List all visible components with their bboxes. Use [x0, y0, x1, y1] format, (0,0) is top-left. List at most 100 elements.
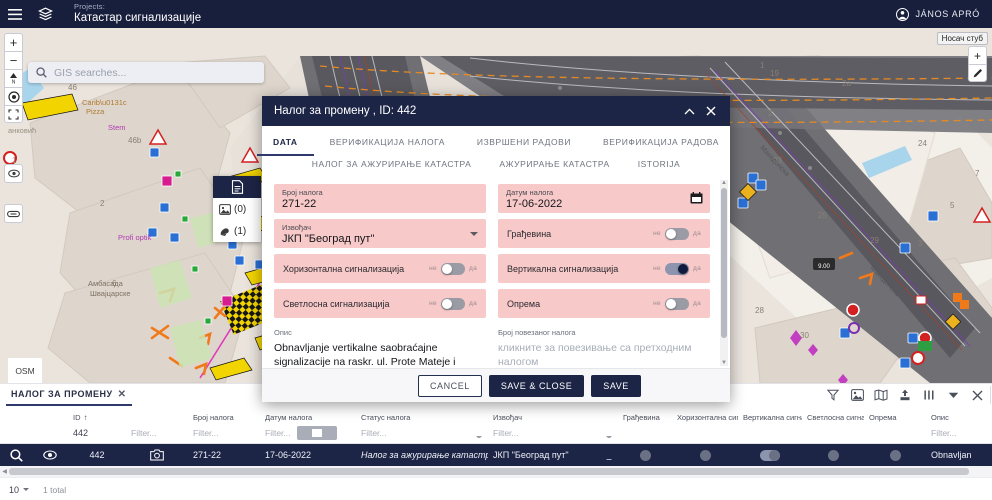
tab-izvrseni-radovi[interactable]: ИЗВРШЕНИ РАДОВИ — [461, 133, 587, 156]
svetlosna-switch[interactable] — [440, 297, 465, 310]
izvodjac-field[interactable]: Извођач ЈКП "Београд пут" — [274, 219, 486, 248]
scroll-up-arrow[interactable]: ▲ — [721, 180, 727, 186]
zoom-out-button[interactable]: − — [4, 51, 23, 69]
chevron-down-icon[interactable] — [942, 385, 964, 405]
oprema-toggle-field[interactable]: Опрема не да — [498, 289, 710, 318]
filter-izvodjac-input[interactable]: Filter... — [488, 428, 618, 438]
zoom-in-right-button[interactable]: + — [968, 46, 987, 64]
svetlosna-toggle-field[interactable]: Светлосна сигнализација не да — [274, 289, 486, 318]
row-view-eye-icon[interactable] — [32, 450, 68, 460]
layers-icon[interactable] — [30, 0, 60, 28]
filter-datum-naloga-input[interactable]: Filter... — [260, 425, 356, 440]
tab-verifikacija-naloga[interactable]: ВЕРИФИКАЦИЈА НАЛОГА — [314, 133, 461, 156]
save-and-close-button[interactable]: SAVE & CLOSE — [488, 374, 585, 397]
page-size-selector[interactable]: 10 — [9, 485, 30, 495]
row-horizontalna-toggle[interactable] — [672, 449, 738, 461]
attachment-icon — [220, 228, 229, 236]
dialog-close-icon[interactable] — [700, 99, 722, 123]
row-izvodjac[interactable]: ЈКП "Београд пут" — [488, 450, 618, 460]
feature-popup[interactable]: (0) (1) — [213, 176, 261, 242]
filter-id-input[interactable]: Filter... — [126, 428, 188, 438]
table-row[interactable]: 442 271-22 17-06-2022 Налог за ажурирање… — [0, 444, 992, 466]
horizontalna-switch[interactable] — [440, 262, 465, 275]
header-opis[interactable]: Опис — [926, 413, 992, 422]
tab-verifikacija-radova[interactable]: ВЕРИФИКАЦИЈА РАДОВА — [587, 133, 735, 156]
visibility-eye-icon[interactable] — [4, 164, 23, 183]
chevron-down-icon[interactable] — [470, 232, 478, 236]
export-icon[interactable] — [894, 385, 916, 405]
header-id[interactable]: ID ↑ — [68, 413, 126, 422]
filter-izvodjac-chevron-down-icon[interactable] — [606, 435, 612, 438]
bottom-tab-nalog-za-promenu[interactable]: НАЛОГ ЗА ПРОМЕНУ ✕ — [6, 384, 132, 406]
scrollbar-thumb[interactable] — [721, 188, 727, 338]
table-horizontal-scrollbar[interactable]: ◀ — [0, 466, 992, 477]
header-horizontalna[interactable]: Хоризонтална сигна — [672, 413, 738, 422]
image-icon[interactable] — [846, 385, 868, 405]
locate-target-icon[interactable] — [4, 87, 23, 105]
oprema-switch[interactable] — [664, 297, 689, 310]
header-svetlosna[interactable]: Светлосна сигнали — [802, 413, 864, 422]
broj-povezanog-naloga-field[interactable]: Број повезаног налога кликните за повези… — [498, 324, 710, 368]
measure-link-icon[interactable] — [4, 204, 23, 223]
columns-icon[interactable] — [918, 385, 940, 405]
date-filter-calendar-icon[interactable] — [296, 425, 337, 440]
scroll-down-arrow[interactable]: ▼ — [721, 360, 727, 366]
popup-images-row[interactable]: (0) — [213, 198, 261, 220]
hamburger-menu-icon[interactable] — [0, 0, 30, 28]
filter-opis-input[interactable]: Filter... — [926, 428, 992, 438]
tab-nalog-za-azuriranje-katastra[interactable]: НАЛОГ ЗА АЖУРИРАЊЕ КАТАСТРА — [298, 156, 486, 174]
tab-data[interactable]: DATA — [257, 133, 314, 156]
popup-attachments-row[interactable]: (1) — [213, 220, 261, 242]
zoom-in-button[interactable]: + — [4, 33, 23, 51]
svetlosna-label: Светлосна сигнализација — [283, 298, 390, 309]
cancel-button[interactable]: CANCEL — [418, 374, 482, 397]
header-oprema[interactable]: Опрема — [864, 413, 926, 422]
filter-icon[interactable] — [822, 385, 844, 405]
datum-naloga-field[interactable]: Датум налога 17-06-2022 — [498, 184, 710, 213]
filter-status-chevron-down-icon[interactable] — [476, 435, 482, 438]
row-gradjevina-toggle[interactable] — [618, 449, 672, 461]
fullscreen-expand-icon[interactable] — [4, 105, 23, 123]
hscroll-thumb[interactable] — [9, 468, 969, 475]
header-izvodjac[interactable]: Извођач — [488, 413, 618, 422]
gradjevina-toggle-field[interactable]: Грађевина не да — [498, 219, 710, 248]
row-search-icon[interactable] — [0, 448, 32, 462]
map-tools-left: + − N — [4, 33, 23, 123]
save-button[interactable]: SAVE — [591, 374, 641, 397]
gradjevina-switch[interactable] — [664, 227, 689, 240]
gis-search-box[interactable] — [28, 62, 264, 83]
opis-field[interactable]: Опис Obnavljanje vertikalne saobraćajne … — [274, 324, 486, 368]
search-input[interactable] — [54, 66, 256, 79]
north-arrow-icon[interactable]: N — [4, 69, 23, 87]
row-vertikalna-toggle[interactable] — [738, 449, 802, 461]
user-menu[interactable]: JÁNOS APRÓ — [896, 7, 992, 21]
vertikalna-toggle-field[interactable]: Вертикална сигнализација не да — [498, 254, 710, 283]
header-gradjevina[interactable]: Грађевина — [618, 413, 672, 422]
search-icon — [36, 67, 47, 78]
tab-istorija[interactable]: ISTORIJA — [624, 156, 695, 174]
scroll-left-arrow[interactable]: ◀ — [0, 468, 9, 475]
tab-azuriranje-katastra[interactable]: АЖУРИРАЊЕ КАТАСТРА — [485, 156, 623, 174]
row-oprema-toggle[interactable] — [864, 449, 926, 461]
broj-naloga-field[interactable]: Број налога 271-22 — [274, 184, 486, 213]
bottom-tab-close-icon[interactable]: ✕ — [118, 389, 127, 400]
filter-broj-naloga-input[interactable]: Filter... — [188, 428, 260, 438]
filter-status-naloga-input[interactable]: Filter... — [356, 428, 488, 438]
row-svetlosna-toggle[interactable] — [802, 449, 864, 461]
vertikalna-switch[interactable] — [664, 262, 689, 275]
map-icon[interactable] — [870, 385, 892, 405]
header-vertikalna[interactable]: Вертикална сигнал — [738, 413, 802, 422]
panel-close-icon[interactable] — [966, 385, 988, 405]
pencil-edit-icon[interactable] — [968, 64, 987, 82]
header-status-naloga[interactable]: Статус налога — [356, 413, 488, 422]
top-app-bar: Projects: Катастар сигнализације JÁNOS A… — [0, 0, 992, 28]
header-broj-naloga[interactable]: Број налога — [188, 413, 260, 422]
calendar-icon[interactable] — [690, 192, 703, 207]
row-camera-icon[interactable] — [126, 449, 188, 461]
horizontalna-toggle-field[interactable]: Хоризонтална сигнализација не да — [274, 254, 486, 283]
popup-document-tab[interactable] — [213, 176, 261, 198]
header-datum-naloga[interactable]: Датум налога — [260, 413, 356, 422]
row-izvodjac-chevron-down-icon[interactable] — [606, 459, 612, 460]
dialog-vertical-scrollbar[interactable]: ▲ ▼ — [720, 180, 728, 366]
collapse-chevron-up-icon[interactable] — [678, 99, 700, 123]
